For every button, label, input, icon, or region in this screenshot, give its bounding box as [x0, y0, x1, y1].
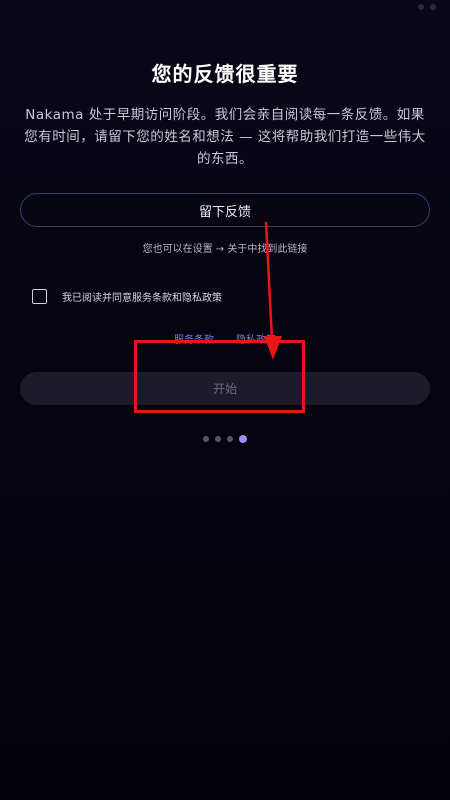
terms-of-service-link[interactable]: 服务条款 [174, 331, 214, 346]
privacy-policy-link[interactable]: 隐私政策 [236, 331, 276, 346]
leave-feedback-button[interactable]: 留下反馈 [20, 193, 430, 227]
consent-checkbox[interactable] [32, 289, 47, 304]
legal-links: 服务条款 隐私政策 [0, 331, 450, 346]
page-dot [227, 436, 233, 442]
description-text: Nakama 处于早期访问阶段。我们会亲自阅读每一条反馈。如果您有时间，请留下您… [24, 107, 426, 167]
settings-hint-text: 您也可以在设置 → 关于中找到此链接 [142, 244, 308, 255]
page-title: 您的反馈很重要 [151, 62, 299, 86]
page-dot-active [239, 435, 247, 443]
consent-row[interactable]: 我已阅读并同意服务条款和隐私政策 [32, 289, 222, 304]
page-indicator [0, 435, 450, 443]
page-dot [203, 436, 209, 442]
onboarding-screen: 您的反馈很重要 Nakama 处于早期访问阶段。我们会亲自阅读每一条反馈。如果您… [0, 0, 450, 800]
status-bar [0, 0, 450, 20]
consent-label[interactable]: 我已阅读并同意服务条款和隐私政策 [62, 289, 222, 304]
status-indicator-icon [430, 4, 436, 10]
page-dot [215, 436, 221, 442]
start-button[interactable]: 开始 [20, 372, 430, 405]
status-indicator-icon [418, 4, 424, 10]
